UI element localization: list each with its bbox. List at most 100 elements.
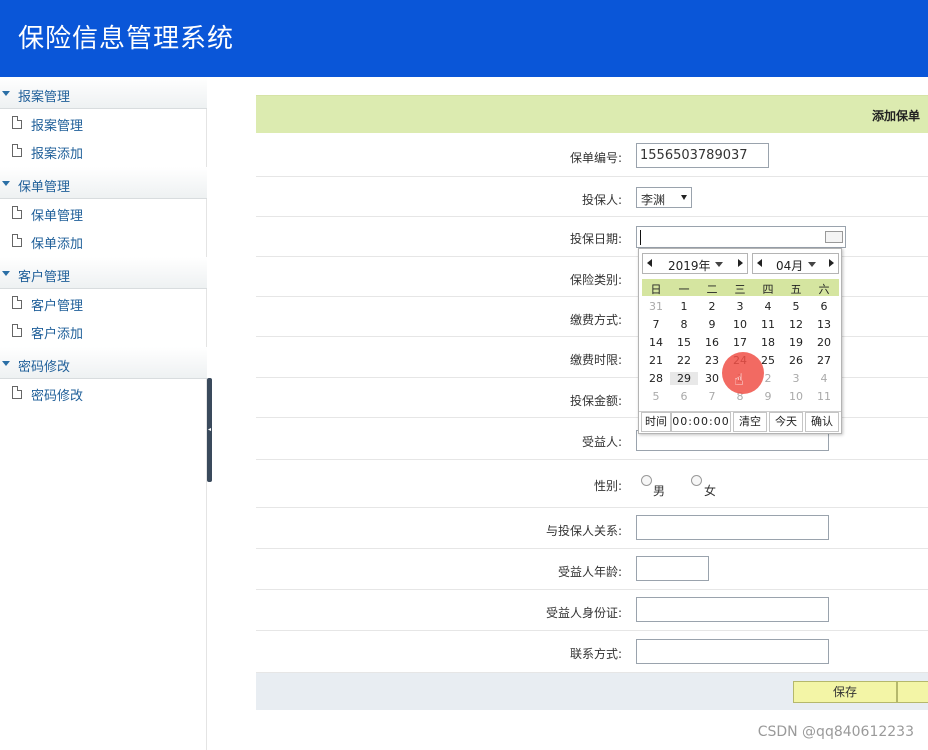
- sidebar-item-label: 保单管理: [31, 209, 84, 224]
- document-icon: [12, 386, 22, 399]
- form-footer: 保存: [256, 673, 928, 710]
- calendar-day[interactable]: 1: [670, 300, 698, 313]
- sidebar-item-policy-manage[interactable]: 保单管理: [0, 199, 207, 227]
- triangle-down-icon: [2, 91, 10, 96]
- calendar-day[interactable]: 27: [810, 354, 838, 367]
- calendar-day[interactable]: 13: [810, 318, 838, 331]
- calendar-day[interactable]: 5: [642, 390, 670, 403]
- sidebar-splitter[interactable]: ◂: [207, 378, 212, 482]
- next-month-icon[interactable]: [829, 259, 834, 267]
- contact-input[interactable]: [636, 639, 829, 664]
- sidebar-item-policy-add[interactable]: 保单添加: [0, 227, 207, 255]
- sidebar-item-customer-add[interactable]: 客户添加: [0, 317, 207, 345]
- today-button[interactable]: 今天: [769, 412, 803, 432]
- sidebar-item-label: 报案管理: [31, 119, 84, 134]
- calendar-day[interactable]: 7: [642, 318, 670, 331]
- policy-no-label: 保单编号:: [569, 151, 622, 165]
- pay-method-label: 缴费方式:: [569, 313, 622, 327]
- calendar-day[interactable]: 23: [698, 354, 726, 367]
- app-header: 保险信息管理系统: [0, 0, 928, 77]
- calendar-icon[interactable]: [825, 231, 843, 243]
- id-card-input[interactable]: [636, 597, 829, 622]
- sidebar-item-label: 报案添加: [31, 147, 84, 162]
- reset-button[interactable]: [897, 681, 928, 703]
- save-button[interactable]: 保存: [793, 681, 897, 703]
- date-label: 投保日期:: [569, 232, 622, 246]
- calendar-day[interactable]: 5: [782, 300, 810, 313]
- document-icon: [12, 206, 22, 219]
- calendar-day[interactable]: 22: [670, 354, 698, 367]
- weekday-label: 二: [706, 283, 718, 296]
- calendar-day[interactable]: 10: [726, 318, 754, 331]
- calendar-day[interactable]: 10: [782, 390, 810, 403]
- calendar-day[interactable]: 9: [698, 318, 726, 331]
- insured-value: 李渊: [641, 193, 666, 207]
- sidebar-item-password-change[interactable]: 密码修改: [0, 379, 207, 407]
- weekday-label: 一: [678, 283, 690, 296]
- sidebar-group-report[interactable]: 报案管理: [0, 77, 207, 109]
- pay-period-label: 缴费时限:: [569, 353, 622, 367]
- month-selector[interactable]: 04月: [752, 253, 839, 274]
- prev-month-icon[interactable]: [757, 259, 762, 267]
- sidebar-group-policy[interactable]: 保单管理: [0, 167, 207, 199]
- triangle-down-icon: [2, 271, 10, 276]
- calendar-day[interactable]: 9: [754, 390, 782, 403]
- relation-input[interactable]: [636, 515, 829, 540]
- gender-female-radio[interactable]: [691, 475, 702, 486]
- time-input[interactable]: 00:00:00: [671, 412, 731, 432]
- chevron-down-icon[interactable]: [715, 262, 723, 267]
- sidebar-group-customer[interactable]: 客户管理: [0, 257, 207, 289]
- sidebar-item-report-add[interactable]: 报案添加: [0, 137, 207, 165]
- age-input[interactable]: [636, 556, 709, 581]
- calendar-day[interactable]: 7: [698, 390, 726, 403]
- sidebar-item-customer-manage[interactable]: 客户管理: [0, 289, 207, 317]
- calendar-day[interactable]: 29: [670, 372, 698, 385]
- calendar-day[interactable]: 4: [810, 372, 838, 385]
- weekday-label: 六: [818, 283, 830, 296]
- calendar-day[interactable]: 18: [754, 336, 782, 349]
- prev-year-icon[interactable]: [647, 259, 652, 267]
- calendar-day[interactable]: 3: [782, 372, 810, 385]
- calendar-day[interactable]: 11: [754, 318, 782, 331]
- contact-label: 联系方式:: [569, 647, 622, 661]
- calendar-day[interactable]: 14: [642, 336, 670, 349]
- calendar-day[interactable]: 6: [810, 300, 838, 313]
- insured-label: 投保人:: [581, 193, 622, 207]
- clear-button[interactable]: 清空: [733, 412, 767, 432]
- chevron-down-icon[interactable]: [808, 262, 816, 267]
- gender-male-label: 男: [653, 484, 666, 498]
- document-icon: [12, 234, 22, 247]
- date-input[interactable]: [636, 226, 846, 248]
- gender-male-radio[interactable]: [641, 475, 652, 486]
- calendar-day[interactable]: 28: [642, 372, 670, 385]
- calendar-day[interactable]: 11: [810, 390, 838, 403]
- calendar-day[interactable]: 16: [698, 336, 726, 349]
- amount-label: 投保金额:: [569, 394, 622, 408]
- chevron-down-icon: [681, 195, 687, 200]
- sidebar-group-label: 密码修改: [18, 360, 71, 375]
- calendar-day[interactable]: 17: [726, 336, 754, 349]
- calendar-day[interactable]: 2: [698, 300, 726, 313]
- insured-select[interactable]: 李渊: [636, 187, 692, 208]
- calendar-day[interactable]: 31: [642, 300, 670, 313]
- calendar-day[interactable]: 4: [754, 300, 782, 313]
- weekday-label: 五: [790, 283, 802, 296]
- next-year-icon[interactable]: [738, 259, 743, 267]
- calendar-day[interactable]: 26: [782, 354, 810, 367]
- calendar-day[interactable]: 3: [726, 300, 754, 313]
- calendar-day[interactable]: 20: [810, 336, 838, 349]
- sidebar-item-report-manage[interactable]: 报案管理: [0, 109, 207, 137]
- sidebar: 报案管理 报案管理 报案添加 保单管理 保单管理 保单添加 客户管理 客户管理 …: [0, 77, 207, 750]
- calendar-day[interactable]: 19: [782, 336, 810, 349]
- calendar-day[interactable]: 15: [670, 336, 698, 349]
- row-insured: 投保人: 李渊: [256, 177, 928, 217]
- year-selector[interactable]: 2019年: [642, 253, 748, 274]
- calendar-day[interactable]: 6: [670, 390, 698, 403]
- policy-no-input[interactable]: 1556503789037: [636, 143, 769, 168]
- calendar-day[interactable]: 8: [670, 318, 698, 331]
- sidebar-group-password[interactable]: 密码修改: [0, 347, 207, 379]
- hand-cursor-icon: ☝: [734, 370, 744, 389]
- calendar-day[interactable]: 12: [782, 318, 810, 331]
- confirm-button[interactable]: 确认: [805, 412, 839, 432]
- calendar-day[interactable]: 21: [642, 354, 670, 367]
